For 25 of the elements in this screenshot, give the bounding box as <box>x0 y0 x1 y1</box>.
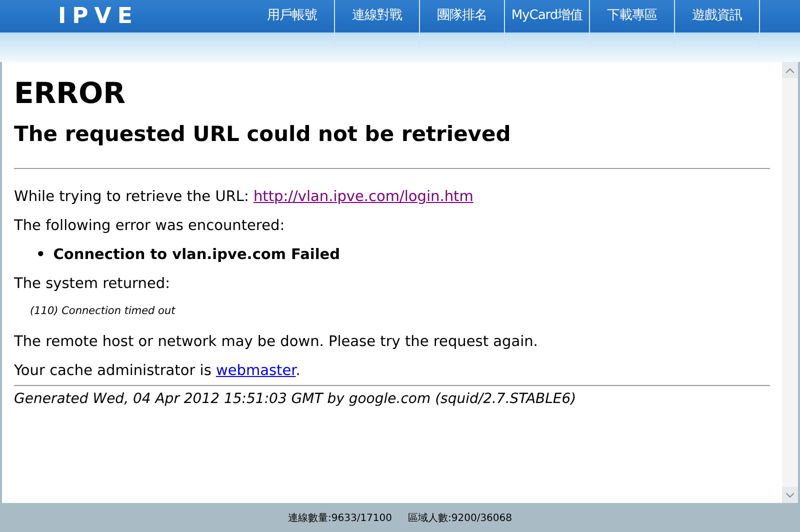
scroll-down-icon[interactable] <box>782 487 798 503</box>
retrieve-text: While trying to retrieve the URL: <box>14 189 249 205</box>
status-text: 連線數量:9633/17100 <box>288 512 392 524</box>
bullet-mark: • <box>36 247 46 263</box>
error-message: Connection to vlan.ipve.com Failed <box>53 247 340 263</box>
period-text: . <box>296 363 300 379</box>
nav-link[interactable]: 下載專區 <box>590 0 675 48</box>
generated-footer: Generated Wed, 04 Apr 2012 15:51:03 GMT by google.com (squid/2.7.STABLE6) <box>14 385 770 407</box>
nav-link[interactable]: MyCard增值 <box>505 0 590 48</box>
url-link[interactable]: http://vlan.ipve.com/login.htm <box>253 189 474 205</box>
error-heading: ERROR <box>14 76 126 110</box>
nav-link[interactable]: 團隊排名 <box>420 0 505 48</box>
error-intro: The following error was encountered: <box>14 218 286 234</box>
status-text: 區域人數:9200/36068 <box>408 512 512 524</box>
admin-text: Your cache administrator is <box>14 363 212 379</box>
nav-link[interactable]: 連線對戰 <box>335 0 420 48</box>
nav-link[interactable]: 用戶帳號 <box>250 0 335 48</box>
system-message: (110) Connection timed out <box>30 305 176 317</box>
logo: IPVE <box>57 2 140 30</box>
system-intro: The system returned: <box>14 276 171 292</box>
webmaster-link[interactable]: webmaster <box>216 363 296 379</box>
error-subheading: The requested URL could not be retrieved <box>14 122 512 146</box>
nav-link[interactable]: 遊戲資訊 <box>675 0 760 48</box>
scroll-up-icon[interactable] <box>782 62 798 78</box>
advice-text: The remote host or network may be down. Please try the request again. <box>14 334 539 350</box>
